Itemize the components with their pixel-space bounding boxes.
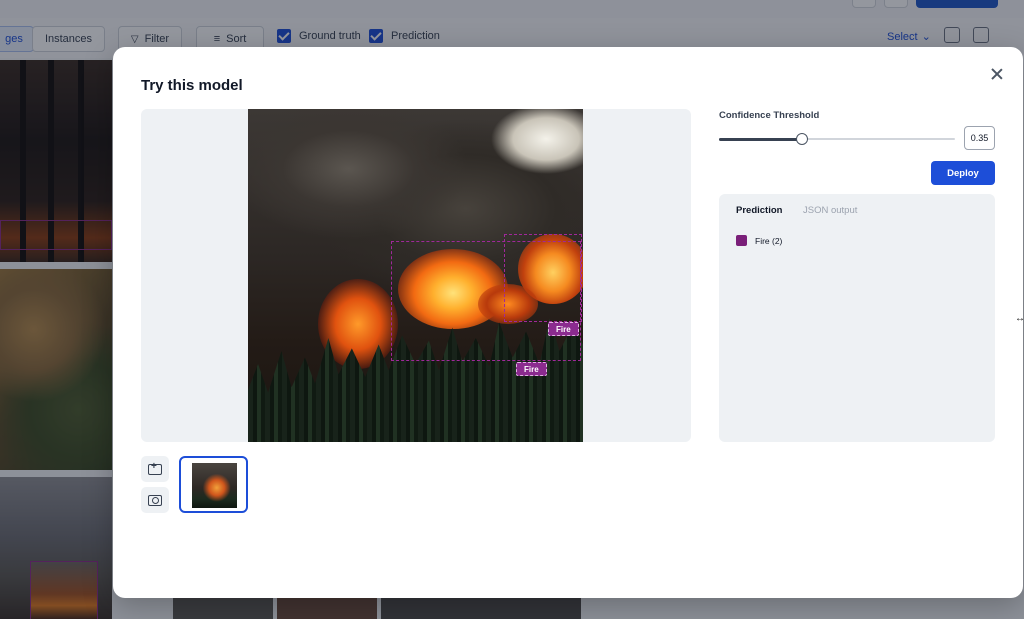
resize-cursor-icon: ↔ bbox=[1015, 313, 1024, 324]
tab-prediction[interactable]: Prediction bbox=[736, 205, 782, 216]
confidence-slider[interactable] bbox=[719, 133, 955, 145]
class-color-swatch bbox=[736, 235, 747, 246]
prediction-class-item[interactable]: Fire (2) bbox=[736, 235, 782, 246]
selected-image-thumbnail[interactable] bbox=[179, 456, 248, 513]
confidence-threshold-label: Confidence Threshold bbox=[719, 110, 820, 121]
camera-button[interactable] bbox=[141, 487, 169, 513]
prediction-box bbox=[504, 234, 582, 322]
class-label: Fire (2) bbox=[755, 235, 783, 246]
close-icon[interactable] bbox=[988, 65, 1006, 83]
slider-fill bbox=[719, 137, 802, 141]
deploy-button[interactable]: Deploy bbox=[931, 161, 995, 185]
prediction-box-label: Fire bbox=[548, 322, 579, 336]
image-viewer: Fire Fire bbox=[141, 109, 691, 442]
dialog-title: Try this model bbox=[141, 77, 243, 94]
confidence-value-input[interactable]: 0.35 bbox=[964, 126, 995, 150]
upload-image-button[interactable] bbox=[141, 456, 169, 482]
thumbnail-preview bbox=[192, 463, 237, 508]
tab-json-output[interactable]: JSON output bbox=[803, 205, 857, 216]
inference-image: Fire Fire bbox=[248, 109, 583, 442]
try-model-dialog: Try this model Fire Fire Confidence Thre… bbox=[113, 47, 1023, 598]
folder-upload-icon bbox=[148, 461, 162, 475]
prediction-panel: Prediction JSON output Fire (2) bbox=[719, 194, 995, 442]
camera-icon bbox=[148, 494, 162, 506]
prediction-box-label: Fire bbox=[516, 362, 547, 376]
slider-handle[interactable] bbox=[795, 133, 808, 145]
